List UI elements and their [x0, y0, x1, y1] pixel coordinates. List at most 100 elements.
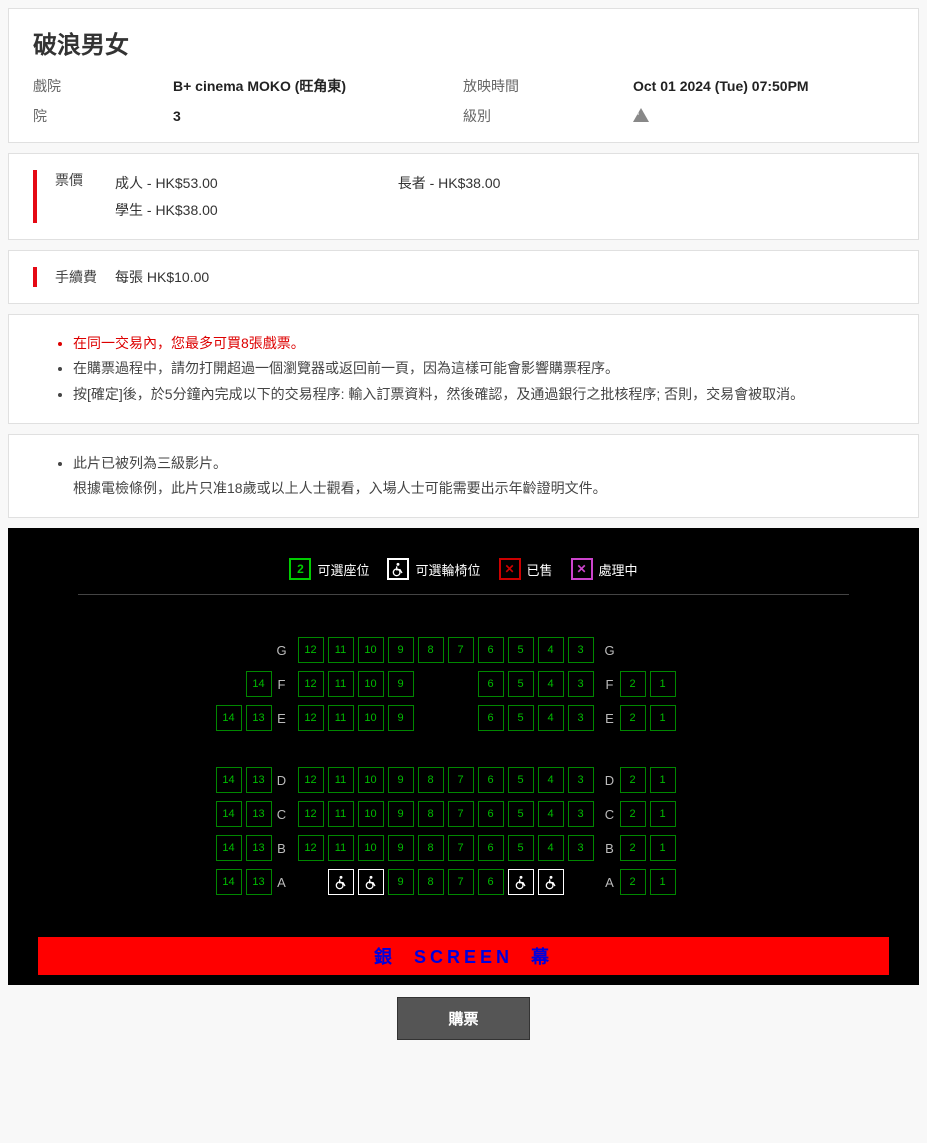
seat[interactable]: 13 [246, 767, 272, 793]
seat[interactable]: 11 [328, 835, 354, 861]
seat[interactable]: 13 [246, 801, 272, 827]
seat[interactable]: 12 [298, 801, 324, 827]
seat-legend: 2 可選座位 可選輪椅位 ✕ 已售 ✕ 處理中 [78, 548, 849, 595]
seat[interactable]: 3 [568, 835, 594, 861]
seat[interactable]: 7 [448, 869, 474, 895]
seat[interactable]: 3 [568, 801, 594, 827]
row-label: G [274, 643, 290, 658]
seat[interactable]: 13 [246, 705, 272, 731]
row-label: E [274, 711, 290, 726]
seat[interactable]: 7 [448, 835, 474, 861]
seat[interactable]: 6 [478, 637, 504, 663]
seat[interactable]: 6 [478, 835, 504, 861]
seat[interactable]: 2 [620, 869, 646, 895]
seat[interactable]: 10 [358, 671, 384, 697]
buy-ticket-button[interactable]: 購票 [397, 997, 529, 1040]
house-value: 3 [173, 108, 463, 124]
seat[interactable]: 7 [448, 767, 474, 793]
seat[interactable]: 6 [478, 671, 504, 697]
purchase-note: 在購票過程中，請勿打開超過一個瀏覽器或返回前一頁，因為這樣可能會影響購票程序。 [73, 356, 894, 381]
seat[interactable]: 1 [650, 869, 676, 895]
showtime-label: 放映時間 [463, 76, 633, 96]
seat[interactable]: 5 [508, 671, 534, 697]
seat[interactable]: 6 [478, 801, 504, 827]
seat[interactable]: 4 [538, 671, 564, 697]
seat[interactable]: 3 [568, 671, 594, 697]
seat[interactable]: 9 [388, 869, 414, 895]
seat[interactable]: 7 [448, 637, 474, 663]
seat[interactable]: 11 [328, 767, 354, 793]
seat[interactable]: 4 [538, 801, 564, 827]
row-label: A [274, 875, 290, 890]
seat-wheelchair[interactable] [538, 869, 564, 895]
seat[interactable]: 14 [216, 801, 242, 827]
seat[interactable]: 1 [650, 767, 676, 793]
seat[interactable]: 8 [418, 801, 444, 827]
row-label: B [274, 841, 290, 856]
seat[interactable]: 8 [418, 835, 444, 861]
seat[interactable]: 12 [298, 767, 324, 793]
seat[interactable]: 10 [358, 801, 384, 827]
seat[interactable]: 4 [538, 637, 564, 663]
seat[interactable]: 11 [328, 637, 354, 663]
seat[interactable]: 2 [620, 705, 646, 731]
seat[interactable]: 5 [508, 767, 534, 793]
seat[interactable]: 14 [246, 671, 272, 697]
seat[interactable]: 14 [216, 767, 242, 793]
seat[interactable]: 6 [478, 705, 504, 731]
seat-wheelchair[interactable] [508, 869, 534, 895]
seat[interactable]: 12 [298, 835, 324, 861]
seat[interactable]: 14 [216, 705, 242, 731]
seat[interactable]: 1 [650, 801, 676, 827]
row-label: C [274, 807, 290, 822]
seat[interactable]: 2 [620, 801, 646, 827]
seat[interactable]: 10 [358, 637, 384, 663]
seat[interactable]: 12 [298, 671, 324, 697]
seat[interactable]: 13 [246, 835, 272, 861]
seat-wheelchair[interactable] [358, 869, 384, 895]
seat[interactable]: 10 [358, 705, 384, 731]
seat[interactable]: 1 [650, 835, 676, 861]
seat[interactable]: 5 [508, 801, 534, 827]
rating-note: 此片已被列為三級影片。 根據電檢條例，此片只准18歲或以上人士觀看，入場人士可能… [73, 451, 894, 501]
seat[interactable]: 5 [508, 835, 534, 861]
seat[interactable]: 6 [478, 767, 504, 793]
seat[interactable]: 12 [298, 637, 324, 663]
seat[interactable]: 4 [538, 705, 564, 731]
seat[interactable]: 4 [538, 767, 564, 793]
seat[interactable]: 9 [388, 801, 414, 827]
seat[interactable]: 13 [246, 869, 272, 895]
seat[interactable]: 8 [418, 767, 444, 793]
seat[interactable]: 11 [328, 801, 354, 827]
seat[interactable]: 1 [650, 671, 676, 697]
seat[interactable]: 3 [568, 705, 594, 731]
seat[interactable]: 14 [216, 869, 242, 895]
seat[interactable]: 10 [358, 835, 384, 861]
seat[interactable]: 9 [388, 705, 414, 731]
seat[interactable]: 10 [358, 767, 384, 793]
seat[interactable]: 3 [568, 637, 594, 663]
seat[interactable]: 14 [216, 835, 242, 861]
seat[interactable]: 3 [568, 767, 594, 793]
seat-row: 1413B1211109876543B21 [204, 833, 724, 863]
seat[interactable]: 9 [388, 835, 414, 861]
showtime-value: Oct 01 2024 (Tue) 07:50PM [633, 78, 894, 94]
seat[interactable]: 2 [620, 671, 646, 697]
seat[interactable]: 8 [418, 637, 444, 663]
seat[interactable]: 7 [448, 801, 474, 827]
seat[interactable]: 2 [620, 835, 646, 861]
seat[interactable]: 6 [478, 869, 504, 895]
seat[interactable]: 4 [538, 835, 564, 861]
seat[interactable]: 8 [418, 869, 444, 895]
seat[interactable]: 2 [620, 767, 646, 793]
seat[interactable]: 9 [388, 767, 414, 793]
seat[interactable]: 5 [508, 637, 534, 663]
seat[interactable]: 9 [388, 671, 414, 697]
seat[interactable]: 12 [298, 705, 324, 731]
seat[interactable]: 1 [650, 705, 676, 731]
seat[interactable]: 11 [328, 671, 354, 697]
seat[interactable]: 5 [508, 705, 534, 731]
seat-wheelchair[interactable] [328, 869, 354, 895]
seat[interactable]: 11 [328, 705, 354, 731]
seat[interactable]: 9 [388, 637, 414, 663]
